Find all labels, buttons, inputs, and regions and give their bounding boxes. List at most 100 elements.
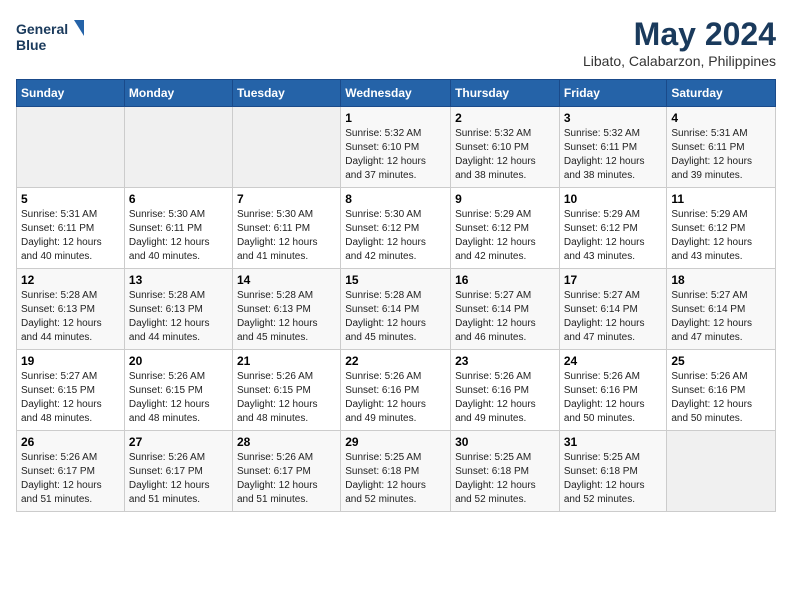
day-number: 17 (564, 273, 663, 287)
calendar-cell: 22 Sunrise: 5:26 AM Sunset: 6:16 PM Dayli… (341, 350, 451, 431)
week-row-3: 12 Sunrise: 5:28 AM Sunset: 6:13 PM Dayli… (17, 269, 776, 350)
day-info: Sunrise: 5:28 AM Sunset: 6:14 PM Dayligh… (345, 289, 446, 345)
day-number: 25 (671, 354, 771, 368)
calendar-cell: 4Sunrise: 5:31 AM Sunset: 6:11 PM Daylig… (667, 107, 776, 188)
day-number: 21 (237, 354, 336, 368)
calendar-cell (667, 431, 776, 512)
page-header: General Blue May 2024 Libato, Calabarzon… (16, 16, 776, 69)
day-number: 1 (345, 111, 446, 125)
day-number: 26 (21, 435, 120, 449)
day-number: 27 (129, 435, 228, 449)
week-row-1: 1 Sunrise: 5:32 AM Sunset: 6:10 PM Daylig… (17, 107, 776, 188)
day-info: Sunrise: 5:29 AM Sunset: 6:12 PM Dayligh… (455, 208, 555, 264)
day-number: 24 (564, 354, 663, 368)
day-number: 16 (455, 273, 555, 287)
day-number: 12 (21, 273, 120, 287)
day-number: 31 (564, 435, 663, 449)
day-info: Sunrise: 5:25 AM Sunset: 6:18 PM Dayligh… (564, 451, 663, 507)
day-number: 18 (671, 273, 771, 287)
day-number: 11 (671, 192, 771, 206)
day-info: Sunrise: 5:27 AM Sunset: 6:14 PM Dayligh… (671, 289, 771, 345)
day-info: Sunrise: 5:26 AM Sunset: 6:17 PM Dayligh… (129, 451, 228, 507)
calendar-cell: 9 Sunrise: 5:29 AM Sunset: 6:12 PM Daylig… (451, 188, 560, 269)
calendar-cell: 12 Sunrise: 5:28 AM Sunset: 6:13 PM Dayli… (17, 269, 125, 350)
day-info: Sunrise: 5:26 AM Sunset: 6:16 PM Dayligh… (345, 370, 446, 426)
calendar-cell: 19 Sunrise: 5:27 AM Sunset: 6:15 PM Dayli… (17, 350, 125, 431)
header-sunday: Sunday (17, 80, 125, 107)
header-friday: Friday (559, 80, 667, 107)
days-header-row: SundayMondayTuesdayWednesdayThursdayFrid… (17, 80, 776, 107)
logo-svg: General Blue (16, 16, 86, 60)
calendar-cell (124, 107, 232, 188)
week-row-5: 26 Sunrise: 5:26 AM Sunset: 6:17 PM Dayli… (17, 431, 776, 512)
day-number: 28 (237, 435, 336, 449)
day-number: 22 (345, 354, 446, 368)
day-info: Sunrise: 5:30 AM Sunset: 6:11 PM Dayligh… (129, 208, 228, 264)
day-info: Sunrise: 5:30 AM Sunset: 6:12 PM Dayligh… (345, 208, 446, 264)
calendar-cell: 28 Sunrise: 5:26 AM Sunset: 6:17 PM Dayli… (232, 431, 340, 512)
day-number: 23 (455, 354, 555, 368)
day-info: Sunrise: 5:27 AM Sunset: 6:14 PM Dayligh… (564, 289, 663, 345)
svg-text:General: General (16, 21, 68, 37)
day-info: Sunrise: 5:26 AM Sunset: 6:17 PM Dayligh… (21, 451, 120, 507)
day-info: Sunrise: 5:31 AM Sunset: 6:11 PM Dayligh… (671, 127, 771, 183)
calendar-cell: 2Sunrise: 5:32 AM Sunset: 6:10 PM Daylig… (451, 107, 560, 188)
day-number: 8 (345, 192, 446, 206)
calendar-cell: 8 Sunrise: 5:30 AM Sunset: 6:12 PM Daylig… (341, 188, 451, 269)
header-monday: Monday (124, 80, 232, 107)
week-row-2: 5Sunrise: 5:31 AM Sunset: 6:11 PM Daylig… (17, 188, 776, 269)
calendar-cell: 26 Sunrise: 5:26 AM Sunset: 6:17 PM Dayli… (17, 431, 125, 512)
day-info: Sunrise: 5:27 AM Sunset: 6:15 PM Dayligh… (21, 370, 120, 426)
day-number: 3 (564, 111, 663, 125)
day-number: 19 (21, 354, 120, 368)
calendar-cell: 24Sunrise: 5:26 AM Sunset: 6:16 PM Dayli… (559, 350, 667, 431)
day-info: Sunrise: 5:26 AM Sunset: 6:16 PM Dayligh… (671, 370, 771, 426)
day-info: Sunrise: 5:28 AM Sunset: 6:13 PM Dayligh… (21, 289, 120, 345)
day-number: 5 (21, 192, 120, 206)
calendar-cell (17, 107, 125, 188)
day-number: 10 (564, 192, 663, 206)
day-info: Sunrise: 5:29 AM Sunset: 6:12 PM Dayligh… (564, 208, 663, 264)
day-info: Sunrise: 5:25 AM Sunset: 6:18 PM Dayligh… (345, 451, 446, 507)
day-info: Sunrise: 5:27 AM Sunset: 6:14 PM Dayligh… (455, 289, 555, 345)
calendar-cell: 1 Sunrise: 5:32 AM Sunset: 6:10 PM Daylig… (341, 107, 451, 188)
day-number: 20 (129, 354, 228, 368)
day-number: 9 (455, 192, 555, 206)
location-subtitle: Libato, Calabarzon, Philippines (583, 53, 776, 69)
day-number: 30 (455, 435, 555, 449)
day-number: 2 (455, 111, 555, 125)
day-info: Sunrise: 5:28 AM Sunset: 6:13 PM Dayligh… (129, 289, 228, 345)
day-number: 6 (129, 192, 228, 206)
calendar-cell: 20 Sunrise: 5:26 AM Sunset: 6:15 PM Dayli… (124, 350, 232, 431)
calendar-cell: 5Sunrise: 5:31 AM Sunset: 6:11 PM Daylig… (17, 188, 125, 269)
day-info: Sunrise: 5:26 AM Sunset: 6:15 PM Dayligh… (129, 370, 228, 426)
calendar-cell: 21 Sunrise: 5:26 AM Sunset: 6:15 PM Dayli… (232, 350, 340, 431)
calendar-cell: 27 Sunrise: 5:26 AM Sunset: 6:17 PM Dayli… (124, 431, 232, 512)
calendar-cell: 7Sunrise: 5:30 AM Sunset: 6:11 PM Daylig… (232, 188, 340, 269)
month-year-title: May 2024 (583, 16, 776, 53)
day-info: Sunrise: 5:29 AM Sunset: 6:12 PM Dayligh… (671, 208, 771, 264)
day-info: Sunrise: 5:26 AM Sunset: 6:17 PM Dayligh… (237, 451, 336, 507)
title-block: May 2024 Libato, Calabarzon, Philippines (583, 16, 776, 69)
calendar-cell: 6 Sunrise: 5:30 AM Sunset: 6:11 PM Daylig… (124, 188, 232, 269)
calendar-cell: 10 Sunrise: 5:29 AM Sunset: 6:12 PM Dayli… (559, 188, 667, 269)
day-number: 14 (237, 273, 336, 287)
logo: General Blue (16, 16, 86, 60)
header-thursday: Thursday (451, 80, 560, 107)
day-number: 13 (129, 273, 228, 287)
day-info: Sunrise: 5:32 AM Sunset: 6:10 PM Dayligh… (345, 127, 446, 183)
calendar-cell: 3Sunrise: 5:32 AM Sunset: 6:11 PM Daylig… (559, 107, 667, 188)
svg-text:Blue: Blue (16, 37, 47, 53)
day-number: 15 (345, 273, 446, 287)
day-info: Sunrise: 5:25 AM Sunset: 6:18 PM Dayligh… (455, 451, 555, 507)
calendar-cell: 18 Sunrise: 5:27 AM Sunset: 6:14 PM Dayli… (667, 269, 776, 350)
day-info: Sunrise: 5:26 AM Sunset: 6:16 PM Dayligh… (455, 370, 555, 426)
day-info: Sunrise: 5:26 AM Sunset: 6:15 PM Dayligh… (237, 370, 336, 426)
day-number: 29 (345, 435, 446, 449)
calendar-cell: 30 Sunrise: 5:25 AM Sunset: 6:18 PM Dayli… (451, 431, 560, 512)
day-info: Sunrise: 5:30 AM Sunset: 6:11 PM Dayligh… (237, 208, 336, 264)
header-tuesday: Tuesday (232, 80, 340, 107)
header-saturday: Saturday (667, 80, 776, 107)
header-wednesday: Wednesday (341, 80, 451, 107)
calendar-cell: 15 Sunrise: 5:28 AM Sunset: 6:14 PM Dayli… (341, 269, 451, 350)
